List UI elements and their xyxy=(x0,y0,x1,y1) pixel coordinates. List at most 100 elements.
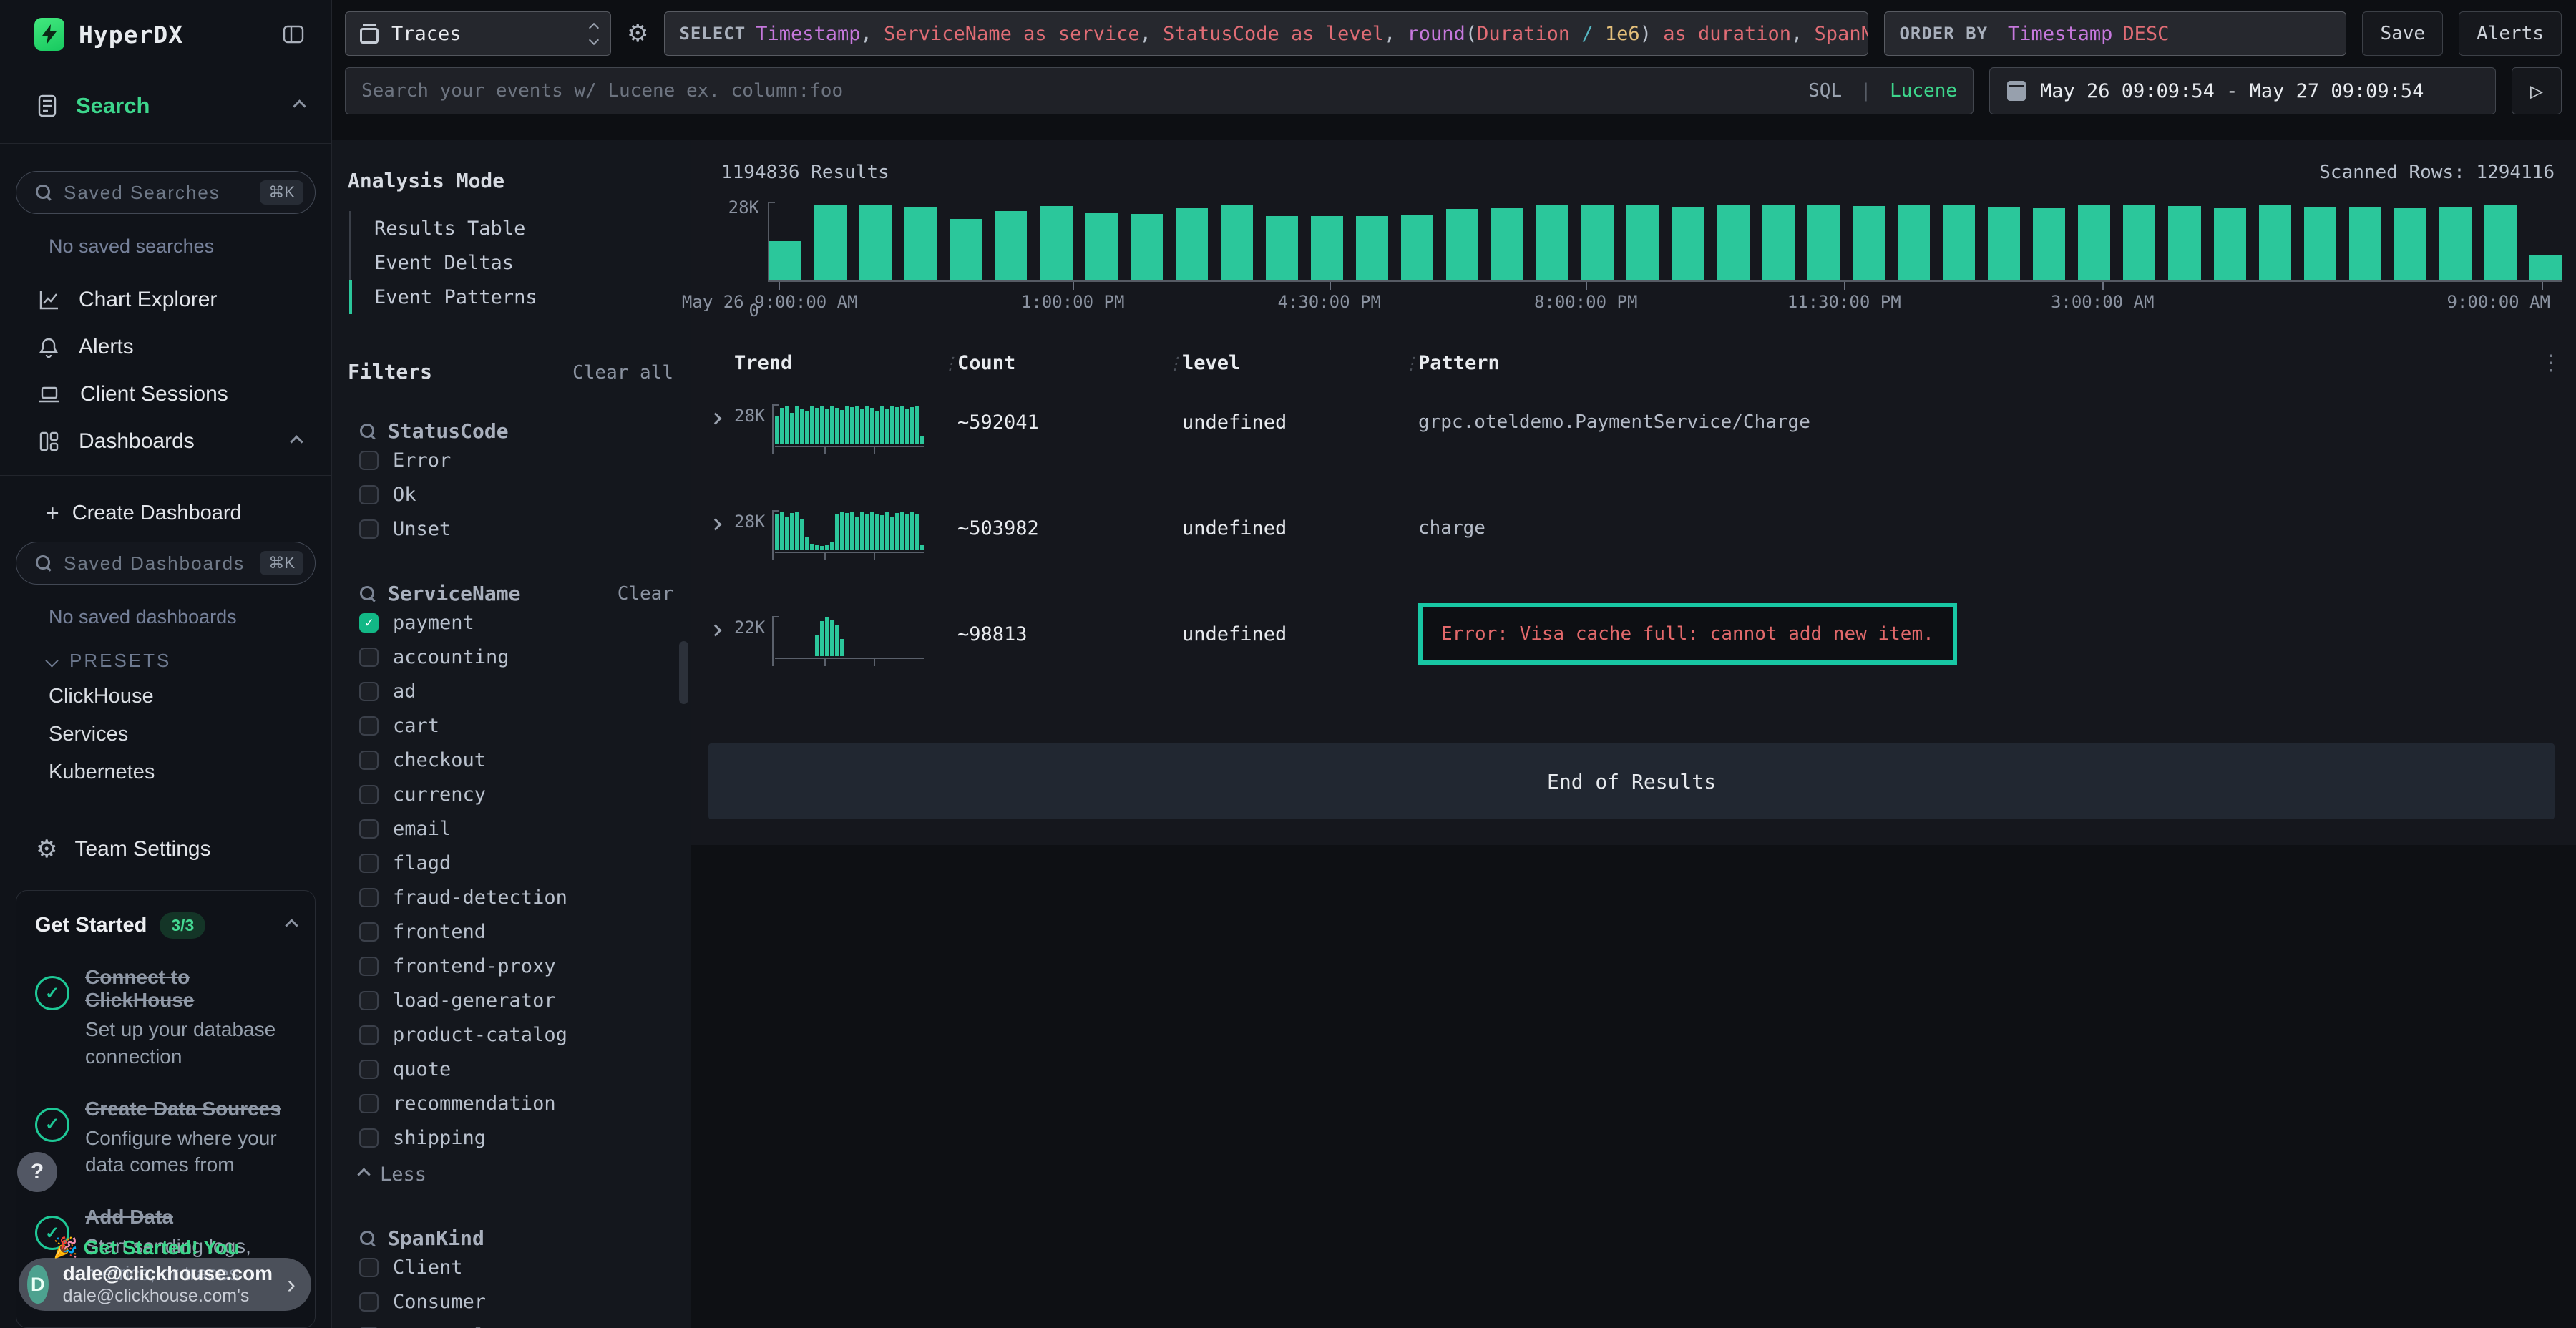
get-started-title: Get Started xyxy=(35,914,147,937)
chevron-up-icon[interactable] xyxy=(285,919,298,932)
sidebar-item-dashboards[interactable]: Dashboards xyxy=(16,418,316,465)
col-level[interactable]: ⋮level xyxy=(1182,352,1418,374)
table-menu-icon[interactable]: ⋮ xyxy=(2533,351,2562,376)
preset-clickhouse[interactable]: ClickHouse xyxy=(16,678,316,716)
checkbox[interactable] xyxy=(359,485,379,504)
filter-option-frontend[interactable]: frontend xyxy=(359,914,673,949)
col-pattern[interactable]: ⋮Pattern xyxy=(1418,352,2533,374)
create-dashboard-button[interactable]: + Create Dashboard xyxy=(16,492,316,534)
checkbox[interactable] xyxy=(359,1258,379,1277)
sidebar-collapse-icon[interactable] xyxy=(281,22,306,47)
date-range-picker[interactable]: May 26 09:09:54 - May 27 09:09:54 xyxy=(1989,67,2496,114)
checkbox[interactable] xyxy=(359,1292,379,1312)
histogram-bar xyxy=(1401,215,1433,280)
saved-searches-input[interactable]: Saved Searches ⌘K xyxy=(16,171,316,214)
lang-lucene[interactable]: Lucene xyxy=(1890,80,1957,102)
pattern-row-3[interactable]: 22K~98813undefinedError: Visa cache full… xyxy=(708,616,2562,693)
col-trend[interactable]: Trend xyxy=(734,352,957,374)
checkbox[interactable]: ✓ xyxy=(359,613,379,633)
pattern-row-2[interactable]: 28K~503982undefinedcharge xyxy=(708,510,2562,587)
filter-option-flagd[interactable]: flagd xyxy=(359,846,673,880)
filter-option-recommendation[interactable]: recommendation xyxy=(359,1086,673,1120)
sidebar-item-search[interactable]: Search xyxy=(0,69,331,143)
column-handle-icon[interactable]: ⋮ xyxy=(1402,353,1420,374)
row-expand-chevron-icon[interactable] xyxy=(710,413,722,425)
lang-sql[interactable]: SQL xyxy=(1808,80,1842,102)
get-started-step-sources[interactable]: ✓ Create Data Sources Configure where yo… xyxy=(35,1098,296,1179)
checkbox[interactable] xyxy=(359,1094,379,1113)
checkbox[interactable] xyxy=(359,751,379,770)
filter-option-label: payment xyxy=(393,612,474,634)
save-button[interactable]: Save xyxy=(2362,11,2443,56)
filter-option-product-catalog[interactable]: product-catalog xyxy=(359,1017,673,1052)
filter-option-internal[interactable]: Internal xyxy=(359,1319,673,1328)
col-count[interactable]: ⋮Count xyxy=(957,352,1182,374)
events-histogram[interactable]: 28K 0 May 26 9:00:00 AM1:00:00 PM4:30:00… xyxy=(700,202,2562,313)
filter-option-accounting[interactable]: accounting xyxy=(359,640,673,674)
checkbox[interactable] xyxy=(359,519,379,539)
filter-option-currency[interactable]: currency xyxy=(359,777,673,811)
analysis-mode-option-event-patterns[interactable]: Event Patterns xyxy=(351,280,673,314)
clear-all-filters-button[interactable]: Clear all xyxy=(572,362,673,384)
checkbox[interactable] xyxy=(359,785,379,804)
checkbox[interactable] xyxy=(359,648,379,667)
checkbox[interactable] xyxy=(359,1025,379,1045)
filter-option-ad[interactable]: ad xyxy=(359,674,673,708)
checkbox[interactable] xyxy=(359,854,379,873)
search-input[interactable]: Search your events w/ Lucene ex. column:… xyxy=(345,67,1974,114)
row-expand-chevron-icon[interactable] xyxy=(710,625,722,637)
filter-option-error[interactable]: Error xyxy=(359,443,673,477)
sidebar-item-chart-explorer[interactable]: Chart Explorer xyxy=(16,276,316,323)
checkbox[interactable] xyxy=(359,819,379,839)
checkbox[interactable] xyxy=(359,716,379,736)
sidebar-item-client-sessions[interactable]: Client Sessions xyxy=(16,371,316,418)
sql-select-input[interactable]: SELECT Timestamp, ServiceName as service… xyxy=(664,11,1868,56)
saved-dashboards-input[interactable]: Saved Dashboards ⌘K xyxy=(16,542,316,585)
filter-option-load-generator[interactable]: load-generator xyxy=(359,983,673,1017)
preset-services[interactable]: Services xyxy=(16,716,316,753)
checkbox[interactable] xyxy=(359,957,379,976)
filter-option-payment[interactable]: ✓ payment xyxy=(359,605,673,640)
analysis-mode-option-results-table[interactable]: Results Table xyxy=(351,211,673,245)
histogram-bar xyxy=(1221,205,1253,280)
preset-kubernetes[interactable]: Kubernetes xyxy=(16,753,316,791)
pattern-row-1[interactable]: 28K~592041undefinedgrpc.oteldemo.Payment… xyxy=(708,404,2562,482)
run-query-button[interactable]: ▷ xyxy=(2512,67,2562,114)
sidebar-item-alerts[interactable]: Alerts xyxy=(16,323,316,371)
alerts-button[interactable]: Alerts xyxy=(2459,11,2562,56)
analysis-mode-option-event-deltas[interactable]: Event Deltas xyxy=(351,245,673,280)
filter-panel-scrollbar[interactable] xyxy=(679,641,688,704)
filter-option-cart[interactable]: cart xyxy=(359,708,673,743)
user-menu[interactable]: D dale@clickhouse.com dale@clickhouse.co… xyxy=(19,1258,311,1311)
source-settings-gear-icon[interactable]: ⚙ xyxy=(627,21,648,46)
get-started-step-connect[interactable]: ✓ Connect to ClickHouse Set up your data… xyxy=(35,966,296,1070)
filter-option-unset[interactable]: Unset xyxy=(359,512,673,546)
help-button[interactable]: ? xyxy=(17,1152,57,1192)
collapse-group-button[interactable]: Less xyxy=(359,1158,673,1191)
filter-group-clear-button[interactable]: Clear xyxy=(618,583,673,605)
sidebar-item-team-settings[interactable]: ⚙ Team Settings xyxy=(36,837,316,861)
filter-option-client[interactable]: Client xyxy=(359,1250,673,1284)
filter-option-ok[interactable]: Ok xyxy=(359,477,673,512)
filter-option-checkout[interactable]: checkout xyxy=(359,743,673,777)
filter-option-shipping[interactable]: shipping xyxy=(359,1120,673,1155)
order-by-input[interactable]: ORDER BY Timestamp DESC xyxy=(1884,11,2346,56)
checkbox[interactable] xyxy=(359,1128,379,1148)
filter-option-frontend-proxy[interactable]: frontend-proxy xyxy=(359,949,673,983)
filter-option-email[interactable]: email xyxy=(359,811,673,846)
checkbox[interactable] xyxy=(359,922,379,942)
column-handle-icon[interactable]: ⋮ xyxy=(942,353,959,374)
column-handle-icon[interactable]: ⋮ xyxy=(1166,353,1184,374)
checkbox[interactable] xyxy=(359,1060,379,1079)
source-selector[interactable]: Traces xyxy=(345,11,611,56)
filter-option-consumer[interactable]: Consumer xyxy=(359,1284,673,1319)
checkbox[interactable] xyxy=(359,888,379,907)
row-expand-chevron-icon[interactable] xyxy=(710,519,722,531)
presets-toggle[interactable]: PRESETS xyxy=(47,650,316,672)
highlighted-error-pattern[interactable]: Error: Visa cache full: cannot add new i… xyxy=(1418,603,1957,665)
filter-option-quote[interactable]: quote xyxy=(359,1052,673,1086)
checkbox[interactable] xyxy=(359,451,379,470)
filter-option-fraud-detection[interactable]: fraud-detection xyxy=(359,880,673,914)
checkbox[interactable] xyxy=(359,991,379,1010)
checkbox[interactable] xyxy=(359,682,379,701)
